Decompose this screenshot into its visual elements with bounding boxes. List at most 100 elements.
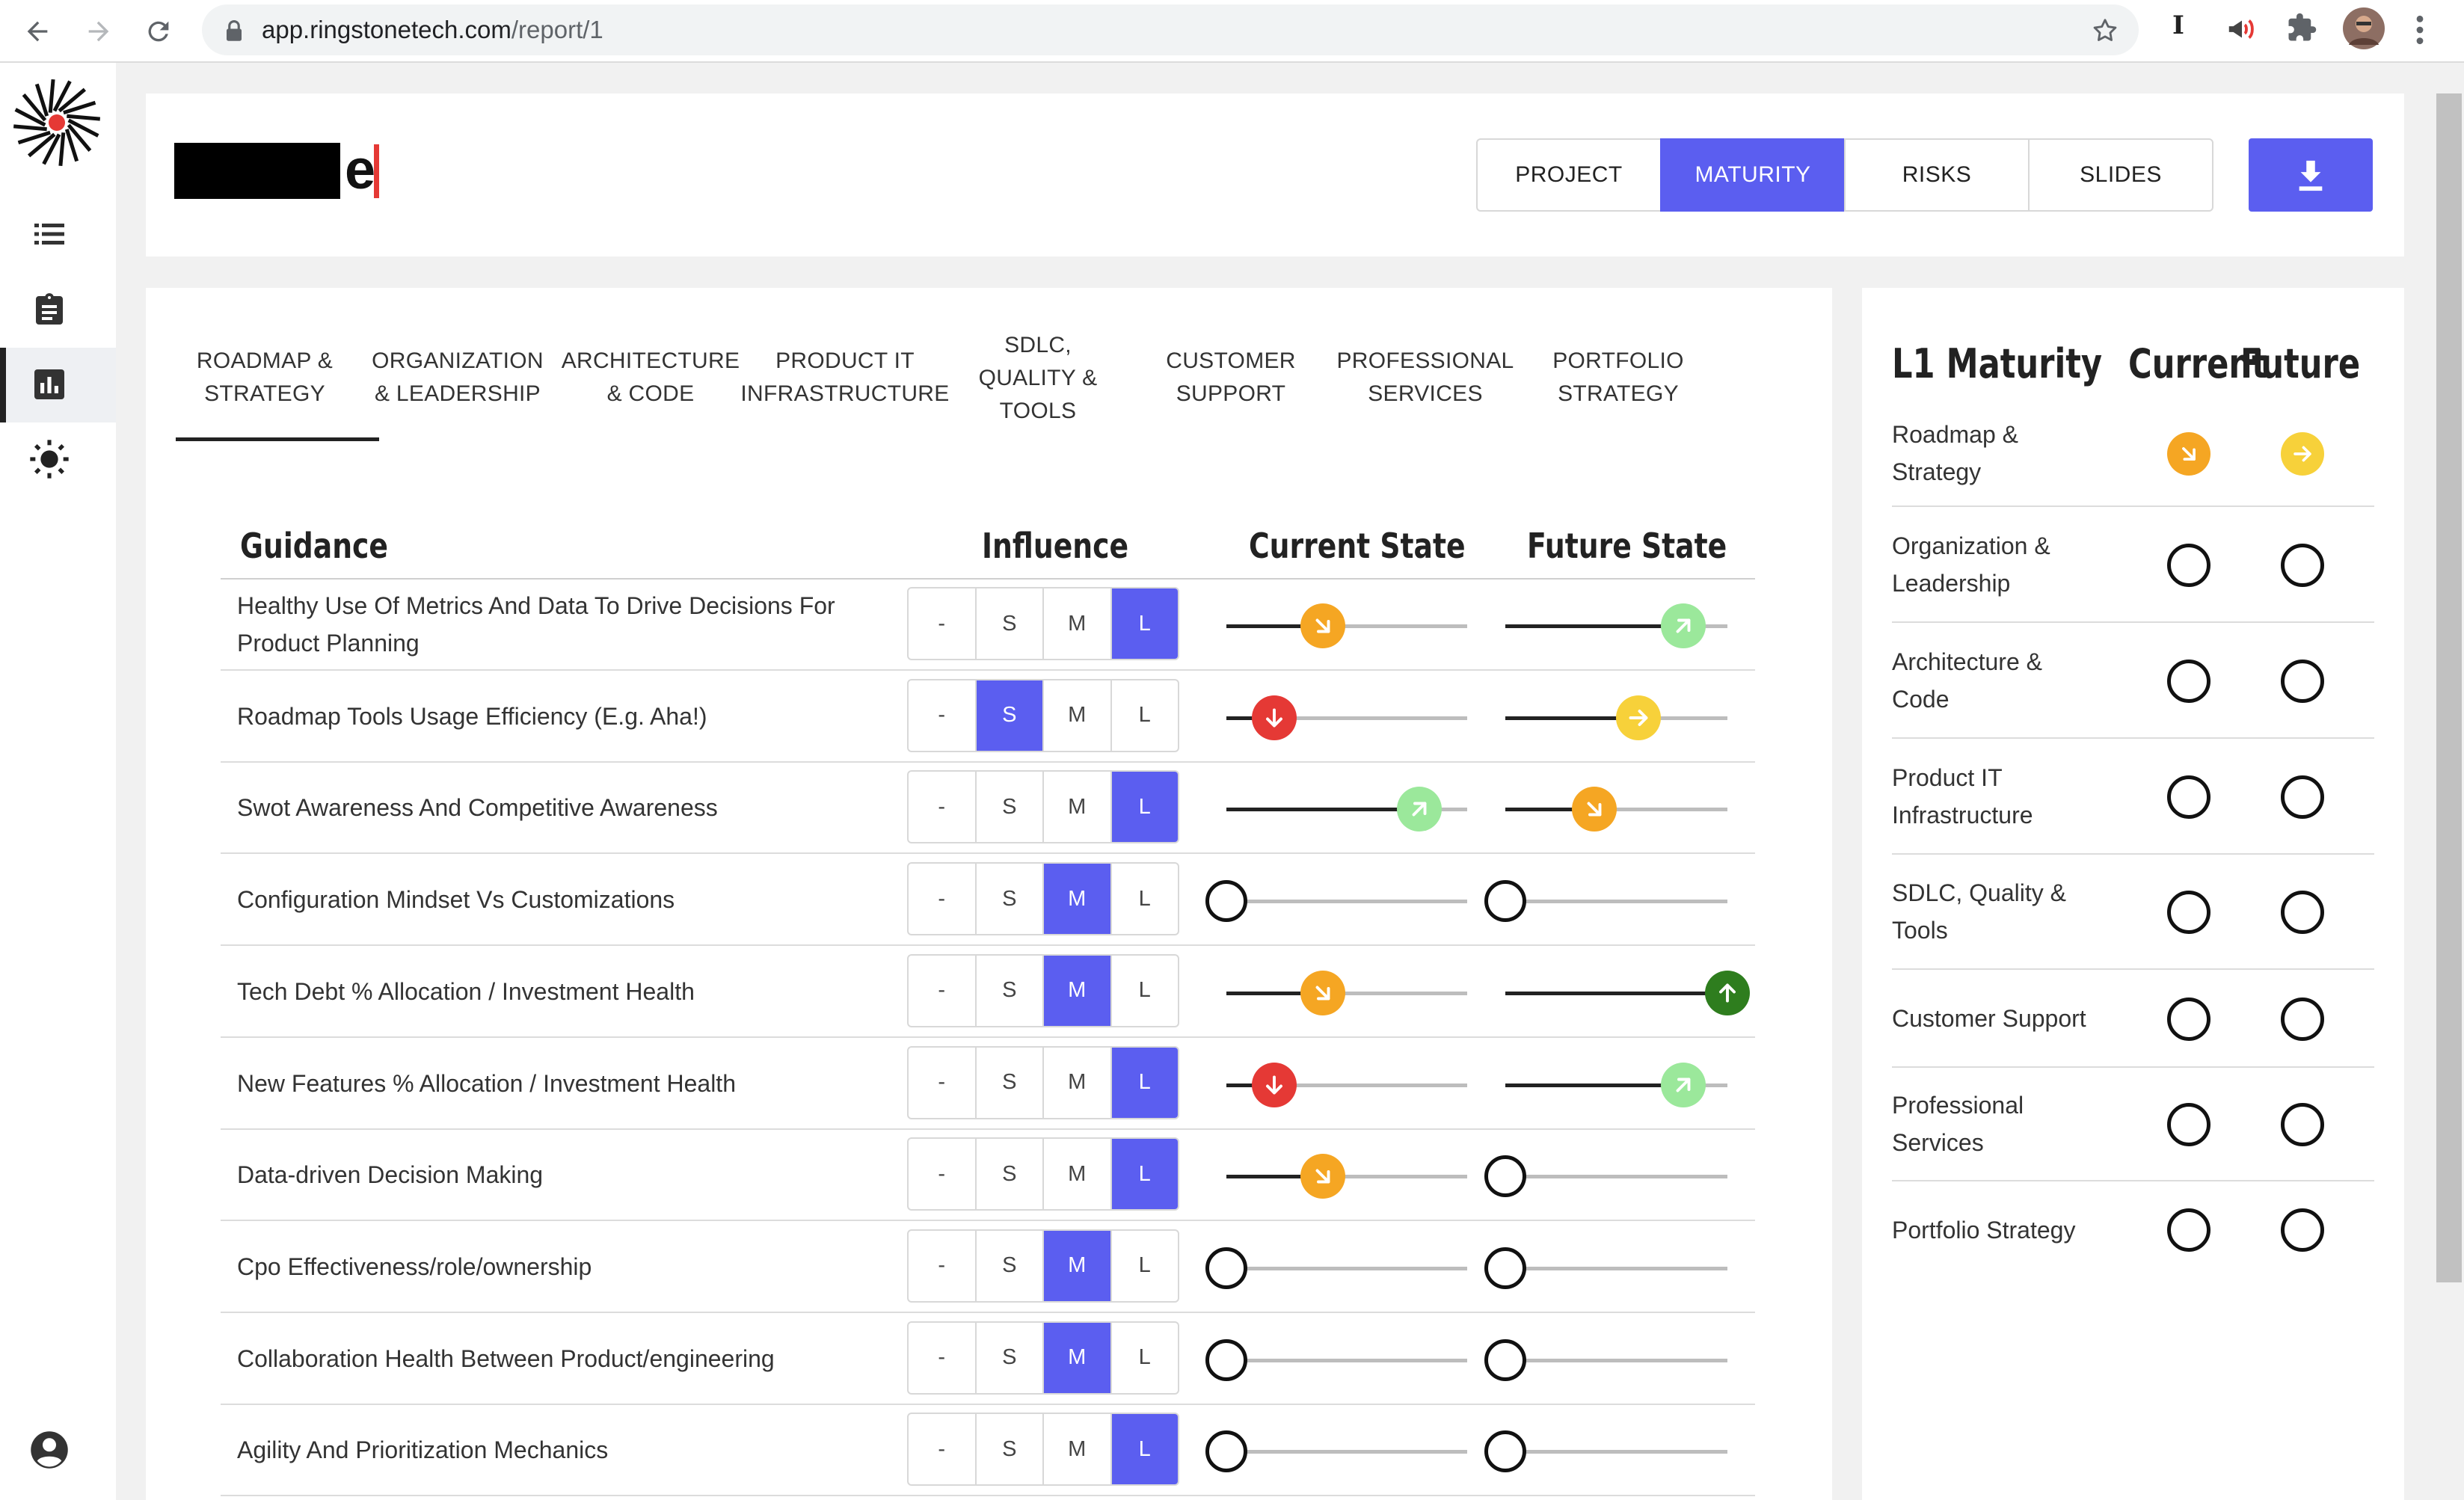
tab-maturity[interactable]: MATURITY — [1660, 138, 1846, 212]
influence-option[interactable]: S — [977, 1139, 1044, 1210]
influence-option[interactable]: - — [909, 1139, 977, 1210]
influence-option[interactable]: - — [909, 1230, 977, 1301]
tab-slides[interactable]: SLIDES — [2028, 138, 2213, 212]
current-state-slider[interactable] — [1226, 624, 1467, 628]
current-state-knob[interactable] — [1300, 603, 1345, 648]
clipboard-icon[interactable] — [27, 287, 72, 332]
influence-option[interactable]: L — [1111, 1414, 1178, 1485]
scrollbar-thumb[interactable] — [2436, 93, 2462, 1282]
category-tab-3[interactable]: ARCHITECTURE & CODE — [546, 345, 755, 411]
influence-option[interactable]: L — [1112, 680, 1179, 751]
current-state-knob[interactable] — [1300, 970, 1345, 1015]
current-state-empty-knob[interactable] — [1205, 1247, 1247, 1289]
browser-menu-icon[interactable] — [2414, 13, 2426, 50]
influence-option[interactable]: M — [1044, 955, 1112, 1026]
future-state-slider[interactable] — [1505, 1450, 1727, 1454]
reload-icon[interactable] — [138, 10, 179, 52]
tab-project[interactable]: PROJECT — [1476, 138, 1662, 212]
category-tab-1[interactable]: ROADMAP & STRATEGY — [160, 345, 369, 411]
influence-option[interactable]: M — [1044, 1230, 1112, 1301]
current-state-knob[interactable] — [1396, 787, 1442, 832]
influence-option[interactable]: L — [1111, 1139, 1178, 1210]
future-state-knob[interactable] — [1660, 1062, 1706, 1107]
list-icon[interactable] — [27, 212, 72, 256]
influence-option[interactable]: - — [909, 1322, 977, 1393]
influence-option[interactable]: - — [909, 772, 977, 843]
extension-text-icon[interactable]: I — [2172, 10, 2184, 40]
category-tab-7[interactable]: PROFESSIONAL SERVICES — [1321, 345, 1530, 411]
current-state-slider[interactable] — [1226, 991, 1467, 995]
influence-option[interactable]: L — [1112, 864, 1179, 934]
bar-chart-icon[interactable] — [27, 362, 72, 407]
influence-option[interactable]: M — [1044, 1047, 1112, 1118]
back-icon[interactable] — [16, 10, 58, 52]
influence-option[interactable]: M — [1044, 772, 1112, 843]
current-state-slider[interactable] — [1226, 900, 1467, 904]
current-state-knob[interactable] — [1300, 1154, 1345, 1199]
lock-icon[interactable] — [224, 19, 244, 46]
future-state-slider[interactable] — [1505, 991, 1727, 995]
future-state-empty-knob[interactable] — [1484, 880, 1526, 923]
current-state-slider[interactable] — [1226, 1450, 1467, 1454]
sun-icon[interactable] — [27, 437, 72, 482]
current-state-knob[interactable] — [1252, 695, 1297, 740]
current-state-slider[interactable] — [1226, 1175, 1467, 1179]
influence-option[interactable]: M — [1044, 1139, 1112, 1210]
influence-option[interactable]: S — [977, 772, 1044, 843]
influence-option[interactable]: - — [909, 955, 977, 1026]
influence-option[interactable]: - — [909, 680, 977, 751]
influence-option[interactable]: L — [1112, 956, 1179, 1026]
influence-option[interactable]: S — [977, 1414, 1044, 1485]
megaphone-icon[interactable] — [2225, 12, 2259, 50]
future-state-empty-knob[interactable] — [1484, 1247, 1526, 1289]
future-state-knob[interactable] — [1616, 695, 1662, 740]
influence-option[interactable]: S — [977, 1230, 1044, 1301]
influence-option[interactable]: M — [1044, 680, 1112, 751]
current-state-knob[interactable] — [1252, 1062, 1297, 1107]
logo-icon[interactable] — [10, 76, 103, 169]
influence-option[interactable]: - — [909, 1047, 977, 1118]
category-tab-8[interactable]: PORTFOLIO STRATEGY — [1514, 345, 1723, 411]
influence-option[interactable]: M — [1044, 1322, 1112, 1393]
current-state-slider[interactable] — [1226, 1358, 1467, 1362]
influence-option[interactable]: M — [1044, 1414, 1112, 1485]
influence-option[interactable]: L — [1111, 588, 1178, 659]
influence-option[interactable]: S — [977, 1047, 1044, 1118]
influence-option[interactable]: M — [1044, 864, 1112, 935]
account-icon[interactable] — [27, 1427, 72, 1472]
current-state-empty-knob[interactable] — [1205, 1338, 1247, 1381]
puzzle-extensions-icon[interactable] — [2286, 12, 2317, 47]
future-state-knob[interactable] — [1705, 970, 1750, 1015]
influence-option[interactable]: L — [1112, 1323, 1179, 1393]
future-state-knob[interactable] — [1571, 787, 1617, 832]
influence-option[interactable]: S — [977, 955, 1044, 1026]
forward-icon[interactable] — [78, 10, 120, 52]
category-tab-2[interactable]: ORGANIZATION & LEADERSHIP — [353, 345, 562, 411]
profile-avatar-icon[interactable] — [2343, 7, 2385, 53]
category-tab-4[interactable]: PRODUCT IT INFRASTRUCTURE — [740, 345, 950, 411]
current-state-empty-knob[interactable] — [1205, 1430, 1247, 1473]
influence-option[interactable]: - — [909, 588, 977, 659]
current-state-empty-knob[interactable] — [1205, 880, 1247, 923]
future-state-slider[interactable] — [1505, 1266, 1727, 1270]
influence-option[interactable]: L — [1112, 1231, 1179, 1301]
future-state-empty-knob[interactable] — [1484, 1338, 1526, 1381]
download-button[interactable] — [2249, 138, 2373, 212]
future-state-knob[interactable] — [1660, 603, 1706, 648]
influence-option[interactable]: - — [909, 864, 977, 935]
future-state-slider[interactable] — [1505, 900, 1727, 904]
category-tab-6[interactable]: CUSTOMER SUPPORT — [1126, 345, 1336, 411]
influence-option[interactable]: L — [1111, 772, 1178, 843]
influence-option[interactable]: - — [909, 1414, 977, 1485]
influence-option[interactable]: S — [977, 864, 1044, 935]
current-state-slider[interactable] — [1226, 1266, 1467, 1270]
influence-option[interactable]: M — [1044, 588, 1112, 659]
future-state-empty-knob[interactable] — [1484, 1155, 1526, 1198]
future-state-slider[interactable] — [1505, 1175, 1727, 1179]
influence-option[interactable]: S — [976, 680, 1044, 751]
future-state-slider[interactable] — [1505, 1358, 1727, 1362]
category-tab-5[interactable]: SDLC, QUALITY & TOOLS — [933, 329, 1143, 428]
address-bar[interactable]: app.ringstonetech.com/report/1 — [202, 4, 2139, 55]
future-state-empty-knob[interactable] — [1484, 1430, 1526, 1473]
bookmark-star-icon[interactable] — [2091, 16, 2119, 49]
